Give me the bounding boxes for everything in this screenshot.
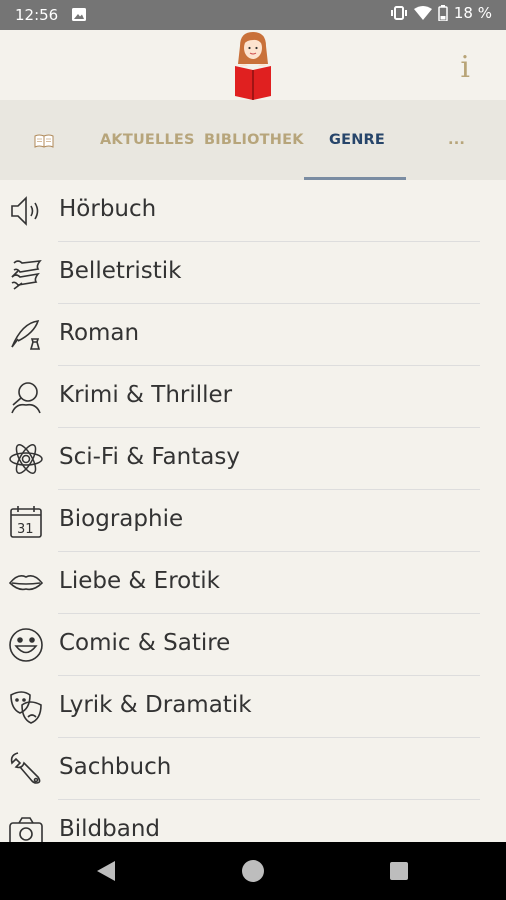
battery-percent: 18 % — [453, 4, 492, 22]
battery-icon — [438, 5, 448, 21]
camera-icon — [9, 817, 43, 842]
genre-label: Comic & Satire — [59, 630, 231, 656]
svg-text:31: 31 — [17, 522, 34, 537]
genre-item-comic[interactable]: Comic & Satire — [0, 614, 506, 676]
system-nav-bar — [0, 842, 506, 900]
genre-item-biographie[interactable]: 31 Biographie — [0, 490, 506, 552]
open-book-icon[interactable] — [34, 134, 54, 148]
calendar-icon: 31 — [10, 506, 42, 538]
status-time: 12:56 — [15, 6, 59, 24]
genre-item-belletristik[interactable]: Belletristik — [0, 242, 506, 304]
genre-label: Sci-Fi & Fantasy — [59, 444, 240, 470]
smiley-icon — [9, 628, 43, 662]
genre-list: Hörbuch Belletristik Roman Krimi & Thril… — [0, 180, 506, 842]
info-button[interactable]: i — [460, 50, 470, 85]
quill-icon — [11, 320, 41, 350]
reading-girl-logo — [235, 32, 271, 100]
genre-label: Liebe & Erotik — [59, 568, 220, 594]
genre-item-lyrik[interactable]: Lyrik & Dramatik — [0, 676, 506, 738]
genre-label: Bildband — [59, 816, 161, 842]
scroll-icon — [11, 259, 42, 290]
genre-label: Biographie — [59, 506, 184, 532]
genre-item-bildband[interactable]: Bildband — [0, 800, 506, 842]
home-button[interactable] — [242, 860, 264, 882]
atom-icon — [9, 444, 43, 474]
wifi-icon — [413, 6, 432, 20]
genre-label: Sachbuch — [59, 754, 172, 780]
recents-button[interactable] — [390, 862, 408, 880]
tab-genre[interactable]: GENRE — [329, 132, 385, 148]
genre-label: Hörbuch — [59, 196, 157, 222]
tab-bibliothek[interactable]: BIBLIOTHEK — [204, 132, 304, 148]
tab-bar: AKTUELLES BIBLIOTHEK GENRE ... — [0, 100, 506, 180]
genre-item-roman[interactable]: Roman — [0, 304, 506, 366]
detective-icon — [11, 382, 41, 414]
genre-label: Roman — [59, 320, 140, 346]
genre-item-sachbuch[interactable]: Sachbuch — [0, 738, 506, 800]
lips-icon — [8, 575, 44, 591]
app-header: i — [0, 30, 506, 100]
tab-aktuelles[interactable]: AKTUELLES — [100, 132, 195, 148]
back-icon[interactable] — [97, 861, 115, 881]
genre-item-liebe[interactable]: Liebe & Erotik — [0, 552, 506, 614]
speaker-icon — [11, 196, 39, 226]
genre-item-hoerbuch[interactable]: Hörbuch — [0, 180, 506, 242]
wrench-icon — [10, 752, 41, 784]
genre-label: Krimi & Thriller — [59, 382, 233, 408]
status-bar: 12:56 18 % — [0, 0, 506, 30]
genre-item-scifi[interactable]: Sci-Fi & Fantasy — [0, 428, 506, 490]
tab-more[interactable]: ... — [448, 132, 465, 148]
genre-item-krimi[interactable]: Krimi & Thriller — [0, 366, 506, 428]
theater-icon — [10, 691, 42, 724]
vibrate-icon — [390, 6, 407, 20]
photo-notification-icon — [72, 8, 86, 21]
genre-label: Belletristik — [59, 258, 182, 284]
genre-label: Lyrik & Dramatik — [59, 692, 252, 718]
